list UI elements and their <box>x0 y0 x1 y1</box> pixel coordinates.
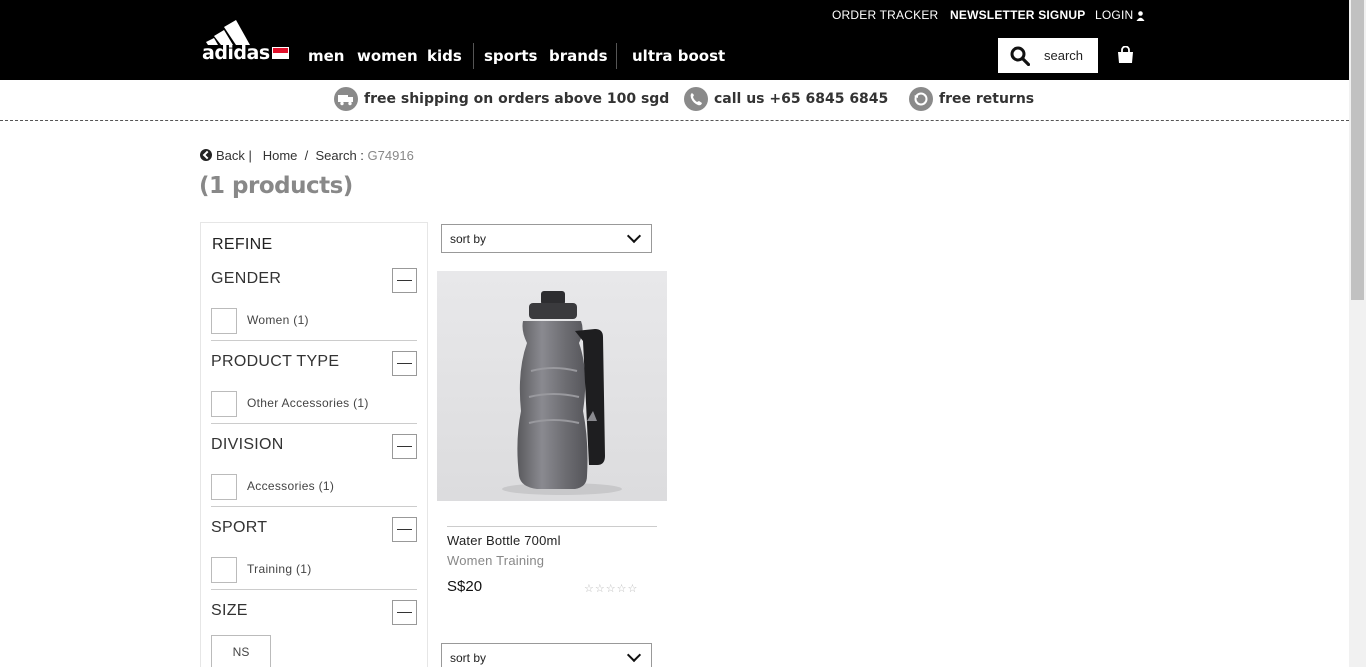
nav-brands[interactable]: brands <box>549 47 608 65</box>
card-divider <box>447 526 657 527</box>
results-count: (1 products) <box>199 173 353 199</box>
top-header: ORDER TRACKER NEWSLETTER SIGNUP LOGIN ad… <box>0 0 1349 80</box>
breadcrumb: Back | Home / Search : G74916 <box>200 148 414 163</box>
facet-title-division: DIVISION <box>211 436 284 453</box>
rating-stars: ☆☆☆☆☆ <box>584 582 639 595</box>
facet-divider <box>211 506 417 507</box>
checkbox-training[interactable] <box>211 557 237 583</box>
facet-title-product-type: PRODUCT TYPE <box>211 353 340 370</box>
returns-icon <box>909 87 933 111</box>
nav-sports[interactable]: sports <box>484 47 537 65</box>
nav-men[interactable]: men <box>308 47 344 65</box>
collapse-gender-button[interactable] <box>392 268 417 293</box>
checkbox-other-accessories[interactable] <box>211 391 237 417</box>
sort-label: sort by <box>450 232 487 246</box>
checkbox-accessories[interactable] <box>211 474 237 500</box>
chevron-down-icon <box>626 228 642 244</box>
nav-women[interactable]: women <box>357 47 418 65</box>
brand-wordmark: adidas <box>202 42 270 64</box>
breadcrumb-search: Search : <box>315 148 364 163</box>
breadcrumb-home[interactable]: Home <box>263 148 298 163</box>
truck-icon <box>334 87 358 111</box>
login-link[interactable]: LOGIN <box>1095 8 1133 22</box>
newsletter-signup-link[interactable]: NEWSLETTER SIGNUP <box>950 8 1085 22</box>
search-button[interactable]: search <box>998 38 1098 73</box>
free-returns-text: free returns <box>939 91 1035 107</box>
facet-title-gender: GENDER <box>211 270 282 287</box>
facet-option-accessories[interactable]: Accessories (1) <box>247 479 334 493</box>
refine-panel: REFINE GENDER Women (1) PRODUCT TYPE Oth… <box>200 222 428 667</box>
nav-kids[interactable]: kids <box>427 47 462 65</box>
singapore-flag-icon[interactable] <box>272 47 289 59</box>
facet-option-training[interactable]: Training (1) <box>247 562 312 576</box>
size-option-ns[interactable]: NS <box>211 635 271 667</box>
call-us-text: call us +65 6845 6845 <box>714 91 889 107</box>
back-arrow-icon[interactable] <box>200 149 212 161</box>
nav-divider <box>473 43 474 69</box>
facet-title-size: SIZE <box>211 602 248 619</box>
facet-divider <box>211 423 417 424</box>
refine-title: REFINE <box>212 236 273 253</box>
collapse-size-button[interactable] <box>392 600 417 625</box>
phone-icon <box>684 87 708 111</box>
breadcrumb-separator: | <box>244 148 263 163</box>
scrollbar-thumb[interactable] <box>1351 0 1364 300</box>
chevron-down-icon <box>626 647 642 663</box>
facet-divider <box>211 589 417 590</box>
facet-option-women[interactable]: Women (1) <box>247 313 309 327</box>
sort-dropdown-bottom[interactable]: sort by <box>441 643 652 667</box>
shopping-bag-icon[interactable] <box>1117 46 1134 64</box>
facet-divider <box>211 340 417 341</box>
checkbox-women[interactable] <box>211 308 237 334</box>
breadcrumb-query: G74916 <box>367 148 414 163</box>
sort-dropdown-top[interactable]: sort by <box>441 224 652 253</box>
sort-label: sort by <box>450 651 487 665</box>
search-icon <box>1010 46 1030 66</box>
product-image[interactable] <box>437 271 667 501</box>
facet-option-other-accessories[interactable]: Other Accessories (1) <box>247 396 369 410</box>
product-category: Women Training <box>447 553 545 568</box>
nav-divider <box>616 43 617 69</box>
promo-strip: free shipping on orders above 100 sgd ca… <box>0 80 1349 121</box>
free-shipping-text: free shipping on orders above 100 sgd <box>364 91 670 107</box>
collapse-product-type-button[interactable] <box>392 351 417 376</box>
facet-title-sport: SPORT <box>211 519 268 536</box>
order-tracker-link[interactable]: ORDER TRACKER <box>832 8 938 22</box>
search-label: search <box>1044 48 1084 63</box>
collapse-sport-button[interactable] <box>392 517 417 542</box>
product-name[interactable]: Water Bottle 700ml <box>447 533 561 548</box>
breadcrumb-separator: / <box>297 148 316 163</box>
collapse-division-button[interactable] <box>392 434 417 459</box>
back-link[interactable]: Back <box>216 148 245 163</box>
nav-ultra-boost[interactable]: ultra boost <box>632 47 725 65</box>
user-icon[interactable] <box>1136 11 1145 21</box>
water-bottle-image <box>502 291 622 495</box>
product-price: S$20 <box>447 578 483 595</box>
adidas-logo[interactable]: adidas <box>202 17 270 64</box>
